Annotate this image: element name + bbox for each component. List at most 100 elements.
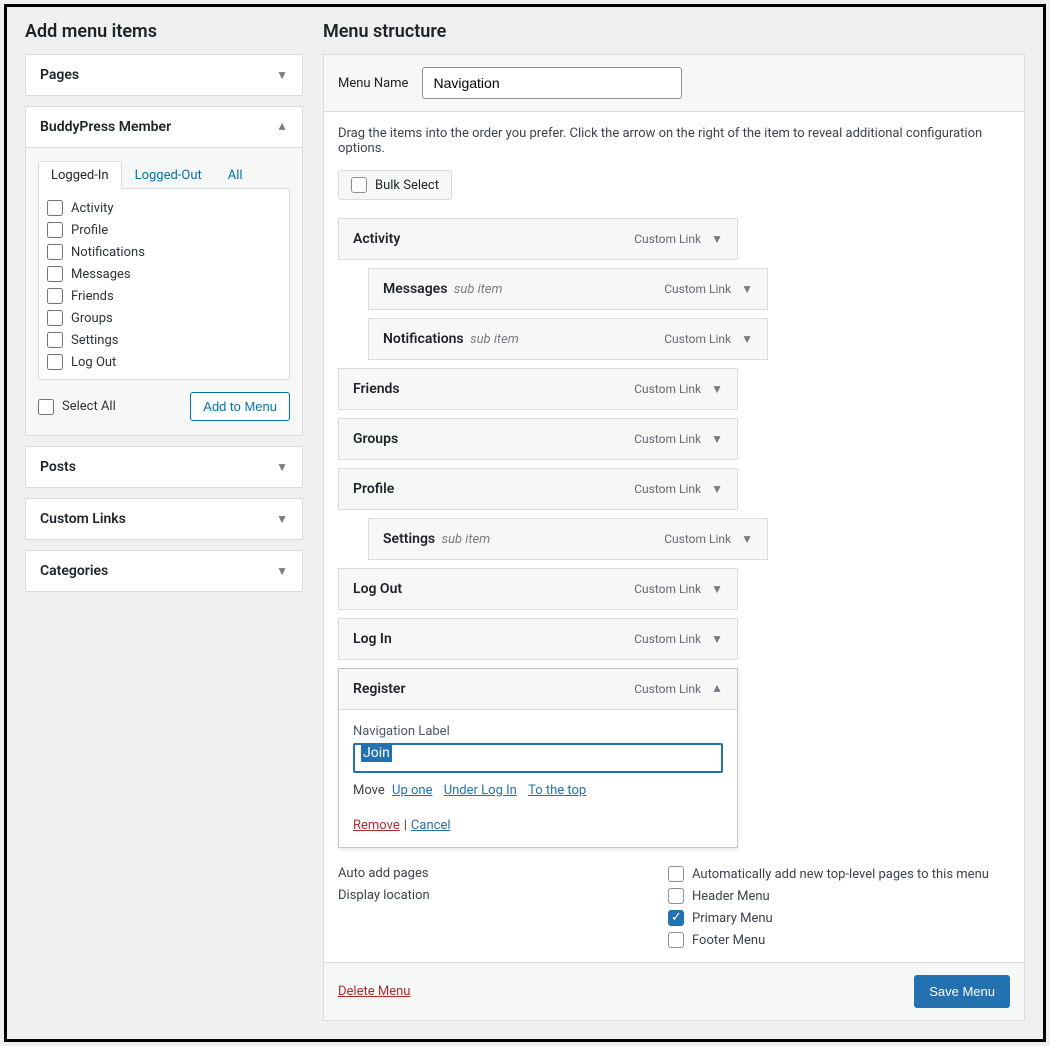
panel-custom-links[interactable]: Custom Links ▼ [25, 498, 303, 540]
select-all[interactable]: Select All [38, 396, 116, 418]
tab-logged-in[interactable]: Logged-In [38, 161, 122, 189]
navigation-label-input[interactable]: Join [353, 743, 723, 773]
bp-item-label: Groups [71, 311, 113, 326]
bp-item-label: Notifications [71, 245, 145, 260]
menu-item-type: Custom Link [664, 532, 731, 546]
panel-categories[interactable]: Categories ▼ [25, 550, 303, 592]
chevron-down-icon[interactable]: ▼ [711, 382, 723, 396]
save-menu-button[interactable]: Save Menu [914, 975, 1010, 1008]
chevron-down-icon[interactable]: ▼ [711, 432, 723, 446]
add-menu-items-column: Add menu items Pages ▼ BuddyPress Member… [25, 21, 303, 1021]
loc-primary[interactable]: Primary Menu [668, 910, 1010, 926]
bp-item-checkbox[interactable] [47, 266, 63, 282]
menu-item-type: Custom Link [634, 682, 701, 696]
panel-posts[interactable]: Posts ▼ [25, 446, 303, 488]
menu-footer: Delete Menu Save Menu [324, 962, 1024, 1020]
menu-item[interactable]: Friends Custom Link ▼ [338, 368, 738, 410]
bp-item-checkbox[interactable] [47, 332, 63, 348]
chevron-down-icon[interactable]: ▼ [711, 232, 723, 246]
auto-add-opt[interactable]: Automatically add new top-level pages to… [668, 866, 1010, 882]
auto-add-pages-label: Auto add pages [338, 866, 668, 882]
menu-item[interactable]: Notifications sub itemCustom Link▼ [368, 318, 768, 360]
menu-item-type: Custom Link [634, 582, 701, 596]
add-to-menu-button[interactable]: Add to Menu [190, 392, 290, 421]
loc-footer-label: Footer Menu [692, 933, 765, 948]
bp-item-list[interactable]: Activity Profile Notifications Messages … [38, 188, 290, 380]
bulk-select-label: Bulk Select [375, 178, 439, 193]
menu-item[interactable]: Settings sub itemCustom Link▼ [368, 518, 768, 560]
bp-tabs: Logged-In Logged-Out All [38, 160, 290, 188]
loc-primary-checkbox[interactable] [668, 910, 684, 926]
bp-item[interactable]: Settings [47, 329, 283, 351]
bp-item[interactable]: Activity [47, 197, 283, 219]
move-to-top-link[interactable]: To the top [528, 783, 586, 798]
panel-pages[interactable]: Pages ▼ [25, 54, 303, 96]
loc-footer-checkbox[interactable] [668, 932, 684, 948]
chevron-down-icon[interactable]: ▼ [741, 332, 753, 346]
bp-item[interactable]: Log Out [47, 351, 283, 373]
bp-item[interactable]: Friends [47, 285, 283, 307]
bp-item-checkbox[interactable] [47, 310, 63, 326]
bulk-select-button[interactable]: Bulk Select [338, 170, 452, 200]
move-up-one-link[interactable]: Up one [392, 783, 432, 798]
menu-item-type: Custom Link [634, 482, 701, 496]
bp-item-checkbox[interactable] [47, 200, 63, 216]
menu-item[interactable]: Log InCustom Link▼ [338, 618, 738, 660]
menu-item-title: Profile [353, 481, 394, 497]
tab-all[interactable]: All [215, 161, 256, 189]
navigation-label-value: Join [361, 744, 392, 762]
menu-item-title: Activity [353, 231, 400, 247]
menu-item[interactable]: Messages sub itemCustom Link▼ [368, 268, 768, 310]
menu-item-title: Friends [353, 381, 400, 397]
bp-item[interactable]: Messages [47, 263, 283, 285]
chevron-down-icon[interactable]: ▼ [711, 632, 723, 646]
menu-header: Menu Name [324, 55, 1024, 112]
bp-item-checkbox[interactable] [47, 288, 63, 304]
select-all-checkbox[interactable] [38, 399, 54, 415]
menu-item[interactable]: Log OutCustom Link▼ [338, 568, 738, 610]
bp-item-checkbox[interactable] [47, 354, 63, 370]
bp-item[interactable]: Profile [47, 219, 283, 241]
menu-item[interactable]: GroupsCustom Link▼ [338, 418, 738, 460]
bp-item-label: Profile [71, 223, 108, 238]
menu-item-header[interactable]: Register Custom Link▼ [339, 669, 737, 709]
chevron-up-icon[interactable]: ▼ [711, 682, 723, 696]
chevron-down-icon[interactable]: ▼ [711, 582, 723, 596]
menu-item-type: Custom Link [664, 282, 731, 296]
menu-item[interactable]: Profile Custom Link ▼ [338, 468, 738, 510]
bp-item-checkbox[interactable] [47, 222, 63, 238]
menu-structure-heading: Menu structure [323, 21, 1025, 42]
bp-item-label: Log Out [71, 355, 116, 370]
remove-item-link[interactable]: Remove [353, 818, 400, 833]
menu-item-type: Custom Link [634, 382, 701, 396]
sub-item-tag: sub item [454, 282, 503, 297]
chevron-down-icon: ▼ [276, 564, 288, 578]
loc-header[interactable]: Header Menu [668, 888, 1010, 904]
menu-item-type: Custom Link [634, 232, 701, 246]
bulk-select-checkbox[interactable] [351, 177, 367, 193]
loc-header-label: Header Menu [692, 889, 770, 904]
loc-header-checkbox[interactable] [668, 888, 684, 904]
menu-item-expanded: Register Custom Link▼ Navigation Label J… [338, 668, 738, 848]
panel-buddypress-header[interactable]: BuddyPress Member ▼ [26, 107, 302, 147]
move-under-link[interactable]: Under Log In [444, 783, 517, 798]
bp-item[interactable]: Notifications [47, 241, 283, 263]
chevron-down-icon[interactable]: ▼ [741, 282, 753, 296]
menu-name-input[interactable] [422, 67, 682, 99]
chevron-down-icon: ▼ [276, 460, 288, 474]
menu-item[interactable]: Activity Custom Link ▼ [338, 218, 738, 260]
cancel-item-link[interactable]: Cancel [411, 818, 451, 833]
loc-footer[interactable]: Footer Menu [668, 932, 1010, 948]
auto-add-opt-label: Automatically add new top-level pages to… [692, 867, 989, 882]
auto-add-checkbox[interactable] [668, 866, 684, 882]
select-all-label: Select All [62, 399, 116, 414]
tab-logged-out[interactable]: Logged-Out [122, 161, 215, 189]
bp-item-checkbox[interactable] [47, 244, 63, 260]
chevron-down-icon[interactable]: ▼ [741, 532, 753, 546]
bp-item[interactable]: Groups [47, 307, 283, 329]
menu-item-title: Groups [353, 431, 398, 447]
chevron-down-icon: ▼ [276, 512, 288, 526]
navigation-label-label: Navigation Label [353, 724, 723, 739]
delete-menu-link[interactable]: Delete Menu [338, 984, 410, 999]
chevron-down-icon[interactable]: ▼ [711, 482, 723, 496]
